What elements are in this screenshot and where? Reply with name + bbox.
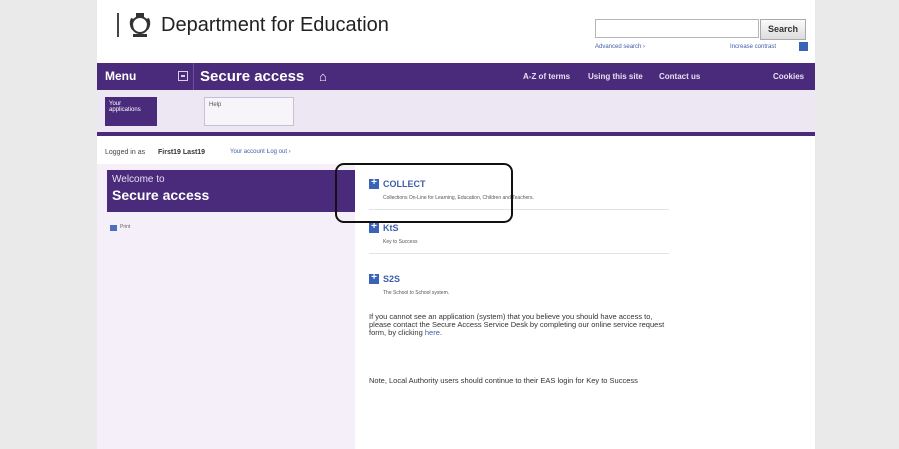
search-input[interactable] — [595, 19, 759, 38]
highlight-annotation — [335, 163, 513, 223]
access-help-body: If you cannot see an application (system… — [369, 312, 665, 337]
app-description: The School to School system. — [383, 290, 450, 296]
welcome-small-text: Welcome to — [112, 174, 165, 185]
nav-divider — [193, 63, 194, 90]
welcome-box: Welcome to Secure access — [107, 170, 355, 212]
service-request-link[interactable]: here — [425, 328, 440, 337]
app-link-s2s[interactable]: S2S — [383, 274, 400, 284]
increase-contrast-link[interactable]: Increase contrast — [730, 44, 776, 50]
expand-icon[interactable] — [369, 221, 379, 233]
your-account-link[interactable]: Your account › — [230, 149, 268, 155]
nav-link-a-z[interactable]: A-Z of terms — [523, 72, 570, 81]
site-header: Department for Education Search Advanced… — [97, 0, 815, 62]
nav-link-contact[interactable]: Contact us — [659, 72, 700, 81]
login-bar: Logged in as First19 Last19 Your account… — [97, 136, 815, 164]
la-note-text: Note, Local Authority users should conti… — [369, 376, 638, 385]
user-name: First19 Last19 — [158, 149, 206, 156]
logged-in-label: Logged in as — [105, 149, 146, 156]
home-icon[interactable]: ⌂ — [319, 70, 327, 83]
tab-help[interactable]: Help — [204, 97, 294, 126]
crest-divider — [117, 13, 119, 37]
app-link-kts[interactable]: KtS — [383, 223, 399, 233]
access-help-text: If you cannot see an application (system… — [369, 312, 665, 337]
divider — [369, 253, 669, 254]
search-button[interactable]: Search — [760, 19, 806, 40]
logout-link[interactable]: Log out › — [267, 149, 291, 155]
menu-button[interactable]: Menu — [105, 69, 136, 83]
left-panel: Welcome to Secure access Print — [97, 164, 355, 449]
print-link[interactable]: Print — [120, 224, 130, 230]
expand-icon[interactable] — [369, 272, 379, 284]
welcome-title: Secure access — [112, 187, 210, 203]
tab-band: Your applications Help — [97, 90, 815, 132]
site-title[interactable]: Department for Education — [161, 14, 389, 37]
tab-your-applications[interactable]: Your applications — [105, 97, 157, 126]
main-nav-bar: Menu Secure access ⌂ A-Z of terms Using … — [97, 63, 815, 90]
app-description: Key to Success — [383, 239, 418, 245]
nav-link-using-site[interactable]: Using this site — [588, 72, 643, 81]
advanced-search-link[interactable]: Advanced search › — [595, 44, 645, 50]
section-title[interactable]: Secure access — [200, 68, 304, 85]
contrast-icon[interactable] — [799, 42, 808, 51]
royal-crest-icon — [129, 13, 151, 37]
print-icon[interactable] — [110, 225, 117, 231]
nav-link-cookies[interactable]: Cookies — [773, 72, 804, 81]
menu-toggle-icon[interactable] — [178, 71, 188, 81]
page: Department for Education Search Advanced… — [97, 0, 815, 449]
